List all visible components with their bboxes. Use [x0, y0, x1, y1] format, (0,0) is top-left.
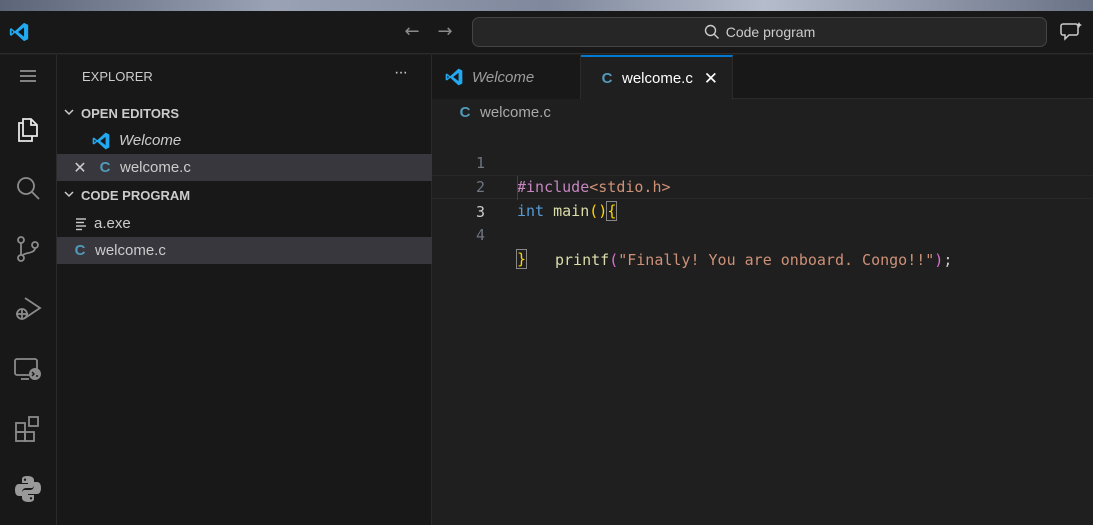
- code-token: ;: [943, 251, 953, 269]
- tab-welcome[interactable]: Welcome: [432, 55, 581, 99]
- c-file-icon: C: [74, 242, 86, 259]
- open-editor-item-welcome[interactable]: Welcome: [57, 127, 432, 154]
- forward-arrow-icon[interactable]: →: [435, 22, 455, 42]
- file-item-welcome-c[interactable]: C welcome.c: [57, 237, 432, 264]
- command-center-search[interactable]: Code program: [472, 17, 1047, 47]
- file-item-a-exe[interactable]: a.exe: [57, 210, 432, 237]
- line-number: 4: [475, 226, 485, 244]
- explorer-sidebar: EXPLORER ··· OPEN EDITORS Welcome ✕ C we…: [57, 55, 432, 525]
- back-arrow-icon[interactable]: ←: [402, 22, 422, 42]
- search-box-label: Code program: [725, 24, 816, 40]
- code-line-current: 3 printf("Finally! You are onboard. Cong…: [432, 175, 1093, 269]
- search-sidebar-icon[interactable]: [12, 173, 44, 205]
- code-token: "Finally! You are onboard. Congo!!": [618, 251, 935, 269]
- explorer-title: EXPLORER: [82, 69, 153, 84]
- code-line: 2 int main(){: [432, 151, 1093, 221]
- editor-tabs: Welcome C welcome.c ✕: [432, 55, 1093, 100]
- close-tab-icon[interactable]: ✕: [703, 69, 719, 89]
- folder-label: CODE PROGRAM: [81, 187, 191, 203]
- explorer-icon[interactable]: [12, 113, 44, 145]
- vscode-icon: [445, 68, 463, 86]
- remote-explorer-icon[interactable]: [12, 353, 44, 385]
- chevron-down-icon: [57, 188, 81, 203]
- run-debug-icon[interactable]: [12, 293, 44, 325]
- menu-icon[interactable]: [12, 60, 44, 92]
- breadcrumb-file: welcome.c: [480, 104, 551, 121]
- python-icon[interactable]: [12, 473, 44, 505]
- code-line: 4 }: [432, 199, 1093, 269]
- c-file-icon: C: [601, 70, 613, 87]
- file-label: a.exe: [94, 215, 131, 232]
- editor-area: Welcome C welcome.c ✕ C welcome.c 1 #inc…: [432, 55, 1093, 525]
- c-file-icon: C: [459, 104, 471, 121]
- open-editors-label: OPEN EDITORS: [81, 105, 180, 121]
- activity-bar: [0, 55, 57, 525]
- file-label: welcome.c: [95, 242, 166, 259]
- open-editor-item-welcome-c[interactable]: ✕ C welcome.c: [57, 154, 432, 181]
- code-token: printf: [555, 251, 610, 269]
- vscode-icon: [92, 132, 110, 149]
- tab-welcome-c[interactable]: C welcome.c ✕: [581, 55, 733, 100]
- search-icon: [704, 24, 719, 39]
- extensions-icon[interactable]: [12, 413, 44, 445]
- c-file-icon: C: [99, 159, 111, 176]
- open-editors-header[interactable]: OPEN EDITORS: [57, 100, 432, 126]
- folder-header-code-program[interactable]: CODE PROGRAM: [57, 182, 432, 208]
- code-token: (: [609, 251, 619, 269]
- tab-label: Welcome: [472, 68, 535, 86]
- lines-file-icon: [76, 217, 86, 230]
- indent-guide: [517, 176, 518, 200]
- vscode-window: ← → Code program EXPLORER ··· OPEN EDITO…: [0, 11, 1093, 525]
- code-editor[interactable]: 1 #include<stdio.h> 2 int main(){ 3 prin…: [432, 127, 1093, 269]
- close-icon[interactable]: ✕: [72, 158, 88, 177]
- code-token: ): [934, 251, 944, 269]
- source-control-icon[interactable]: [12, 233, 44, 265]
- desktop-wallpaper-strip: [0, 0, 1093, 11]
- tab-label: welcome.c: [622, 70, 693, 87]
- open-editor-label: welcome.c: [120, 159, 191, 176]
- breadcrumb[interactable]: C welcome.c: [458, 104, 551, 121]
- copilot-chat-icon[interactable]: [1060, 21, 1084, 43]
- vscode-logo-icon: [9, 22, 29, 42]
- open-editor-label: Welcome: [119, 132, 182, 149]
- title-bar: ← → Code program: [0, 11, 1093, 54]
- more-actions-button[interactable]: ···: [394, 64, 408, 82]
- code-token: }: [515, 249, 528, 269]
- chevron-down-icon: [57, 106, 81, 121]
- code-line: 1 #include<stdio.h>: [432, 127, 1093, 196]
